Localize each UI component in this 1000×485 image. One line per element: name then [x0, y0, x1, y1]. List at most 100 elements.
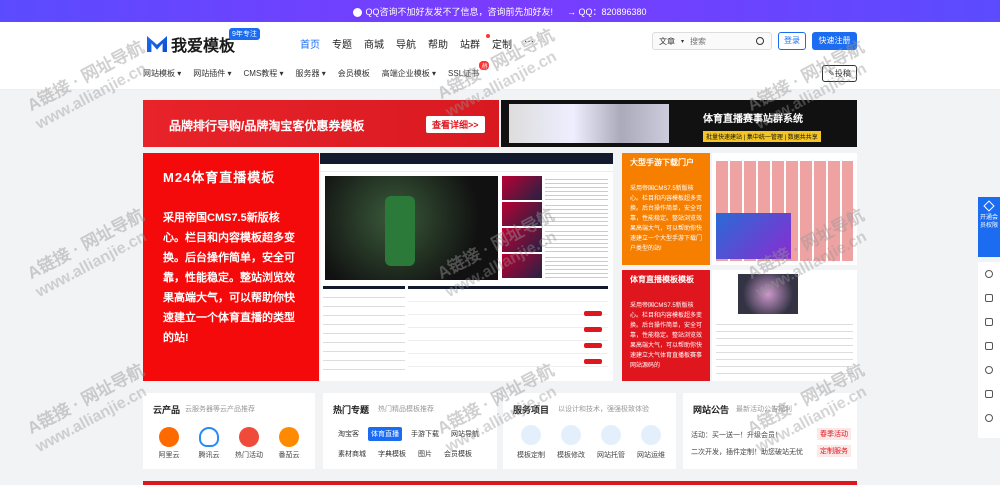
preview-sports-live[interactable] — [712, 270, 857, 381]
preview-thumb — [502, 228, 608, 252]
sidebar-search[interactable] — [978, 358, 1000, 382]
subnav-label: SSL证书 — [448, 69, 480, 78]
search-type-select[interactable]: 文章 — [653, 36, 681, 47]
sidebar-message[interactable] — [978, 334, 1000, 358]
preview-hero-image — [738, 274, 798, 314]
subnav-cms[interactable]: CMS教程 ▾ — [244, 68, 284, 79]
main-nav: 首页 专题 商城 导航 帮助 站群 定制 ··· — [300, 34, 556, 51]
sub-nav: 网站模板 ▾ 网站插件 ▾ CMS教程 ▾ 服务器 ▾ 会员模板 高端企业模板 … — [143, 61, 491, 79]
notice-text-wrap: QQ咨询不加好友发不了信息，咨询前先加好友! — [353, 5, 553, 18]
sidebar-pen[interactable] — [978, 382, 1000, 406]
coupon-icon — [985, 318, 993, 326]
mail-icon — [985, 342, 993, 350]
announcement-tag[interactable]: 定制服务 — [817, 445, 851, 457]
card-title: 服务项目 — [513, 405, 550, 415]
subnav-label: 高端企业模板 — [381, 69, 430, 78]
topic-tag[interactable]: 网站导航 — [448, 427, 482, 441]
topic-tag[interactable]: 字典模板 — [375, 447, 409, 461]
post-button[interactable]: ✎投稿 — [822, 65, 857, 82]
post-button-label: 投稿 — [834, 69, 851, 78]
qq-icon — [353, 7, 363, 17]
topic-tag[interactable]: 会员模板 — [441, 447, 475, 461]
site-logo[interactable]: 我爱模板 9年专注 — [147, 28, 260, 56]
subnav-plugins[interactable]: 网站插件 ▾ — [193, 68, 231, 79]
nav-shop[interactable]: 商城 — [364, 36, 396, 51]
preview-thumb — [502, 176, 608, 200]
subnav-label: 网站插件 — [193, 69, 226, 78]
card-announcements: 网站公告 最新活动公告福利 活动：买一送一！升级会员！ 春季活动 二次开发，插件… — [683, 393, 857, 469]
tencent-cloud-icon — [199, 427, 219, 447]
promo-mobile-game[interactable]: 大型手游下载门户 采用帝国CMS7.5新版核心。栏目和内容模板超多变换。后台操作… — [622, 153, 710, 265]
card-title: 热门专题 — [333, 405, 370, 415]
subnav-member[interactable]: 会员模板 — [338, 68, 370, 79]
preview-menu — [320, 164, 613, 172]
banner-sports-group[interactable]: 体育直播赛事站群系统 批量快速建站 | 集中统一管理 | 数据共共享 — [501, 100, 857, 147]
preview-thumbs — [502, 176, 608, 280]
vip-sidebar-button[interactable]: 开通会员权限 — [978, 197, 1000, 257]
subnav-ssl[interactable]: SSL证书热 — [448, 61, 490, 79]
search-icon[interactable] — [756, 37, 765, 45]
service-item[interactable]: 模板定制 — [515, 425, 547, 460]
nav-sitegroup[interactable]: 站群 — [460, 34, 492, 51]
cloud-item-label: 腾讯云 — [198, 452, 220, 459]
search-icon — [985, 366, 993, 374]
nav-help[interactable]: 帮助 — [428, 36, 460, 51]
nav-custom[interactable]: 定制 — [492, 36, 524, 51]
sidebar-user[interactable] — [978, 262, 1000, 286]
service-item[interactable]: 模板修改 — [555, 425, 587, 460]
sidebar-coupon[interactable] — [978, 310, 1000, 334]
subnav-templates[interactable]: 网站模板 ▾ — [143, 68, 181, 79]
subnav-label: 会员模板 — [337, 69, 370, 78]
promo-title: M24体育直播模板 — [163, 170, 276, 185]
preview-list — [716, 318, 853, 378]
promo-sports-template[interactable]: M24体育直播模板 采用帝国CMS7.5新版核心。栏目和内容模板超多变换。后台操… — [143, 153, 319, 381]
user-icon — [985, 270, 993, 278]
sidebar-cart[interactable] — [978, 286, 1000, 310]
logo-icon — [147, 36, 167, 52]
cloud-item-activity[interactable]: 热门活动 — [229, 427, 269, 460]
cloud-item-label: 阿里云 — [158, 452, 180, 459]
cloud-item-label: 热门活动 — [235, 452, 263, 459]
banner-detail-button[interactable]: 查看详细>> — [426, 116, 485, 133]
service-item[interactable]: 网站运维 — [635, 425, 667, 460]
banner-title: 品牌排行导购/品牌淘宝客优惠券模板 — [169, 119, 365, 133]
announcement-item[interactable]: 活动：买一送一！升级会员！ 春季活动 — [691, 428, 851, 440]
maintenance-icon — [641, 425, 661, 445]
preview-mobile-game[interactable] — [712, 153, 857, 265]
search-input[interactable] — [690, 36, 751, 46]
nav-home[interactable]: 首页 — [300, 36, 332, 51]
new-dot-icon — [486, 34, 490, 38]
login-button[interactable]: 登录 — [778, 32, 806, 50]
subnav-enterprise[interactable]: 高端企业模板 ▾ — [382, 68, 436, 79]
cloud-item-aliyun[interactable]: 阿里云 — [149, 427, 189, 460]
topic-tag[interactable]: 手游下载 — [408, 427, 442, 441]
topic-tag[interactable]: 图片 — [415, 447, 435, 461]
service-item[interactable]: 网站托管 — [595, 425, 627, 460]
topic-tag[interactable]: 素材商城 — [335, 447, 369, 461]
watermark-text: A链接 · 网址导航 — [24, 205, 148, 284]
subnav-server[interactable]: 服务器 ▾ — [296, 68, 326, 79]
cloud-item-tencent[interactable]: 腾讯云 — [189, 427, 229, 460]
announcement-item[interactable]: 二次开发，插件定制！助您破站无忧 定制服务 — [691, 445, 851, 457]
promo-sports-live[interactable]: 体育直播模板模板 采用帝国CMS7.5新版核心。栏目和内容模板超多变换。后台操作… — [622, 270, 710, 381]
nav-guide[interactable]: 导航 — [396, 36, 428, 51]
qq-label: QQ： — [578, 6, 602, 17]
sidebar-tools — [978, 262, 1000, 438]
topic-tag[interactable]: 体育直播 — [368, 427, 402, 441]
topic-tag[interactable]: 淘宝客 — [335, 427, 362, 441]
qq-contact[interactable]: → QQ：820896380 — [567, 5, 647, 18]
sidebar-service[interactable] — [978, 406, 1000, 430]
template-preview[interactable] — [320, 153, 613, 381]
logo-badge: 9年专注 — [229, 28, 260, 40]
card-title: 云产品 — [153, 405, 181, 415]
nav-more[interactable]: ··· — [524, 36, 556, 51]
register-button[interactable]: 快速注册 — [812, 32, 857, 50]
preview-header — [320, 153, 613, 164]
preview-hero-image — [716, 213, 791, 259]
banner-brand-guide[interactable]: 品牌排行导购/品牌淘宝客优惠券模板 查看详细>> — [143, 100, 499, 147]
announcement-tag[interactable]: 春季活动 — [817, 428, 851, 440]
cloud-item-fanqie[interactable]: 番茄云 — [269, 427, 309, 460]
nav-topics[interactable]: 专题 — [332, 36, 364, 51]
hot-badge: 热 — [479, 61, 490, 70]
diamond-icon — [983, 200, 995, 212]
